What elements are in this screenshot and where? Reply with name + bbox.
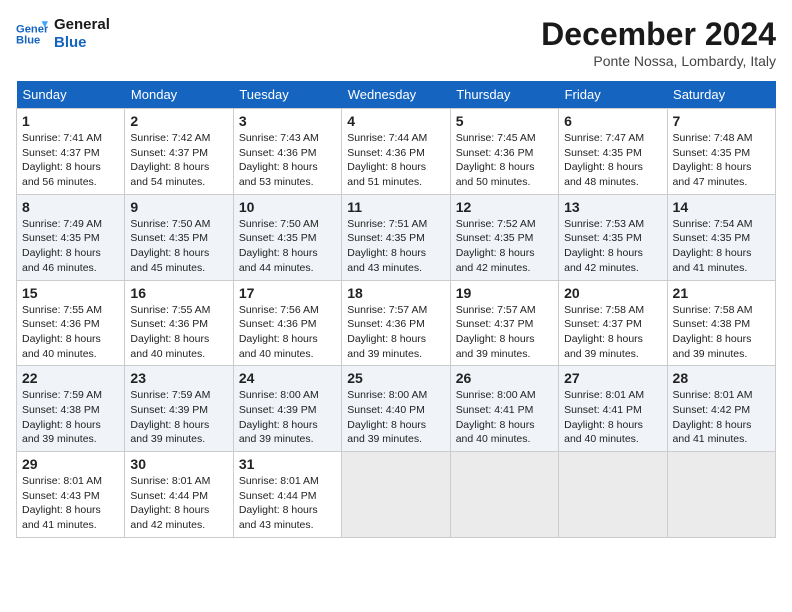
svg-text:Blue: Blue (16, 35, 40, 47)
logo-line2: Blue (54, 34, 110, 52)
day-number: 25 (347, 370, 444, 386)
day-cell-16: 16 Sunrise: 7:55 AMSunset: 4:36 PMDaylig… (125, 280, 233, 366)
day-number: 19 (456, 285, 553, 301)
week-row-1: 1 Sunrise: 7:41 AMSunset: 4:37 PMDayligh… (17, 109, 776, 195)
empty-cell (559, 452, 667, 538)
col-sunday: Sunday (17, 81, 125, 109)
day-number: 6 (564, 113, 661, 129)
day-number: 5 (456, 113, 553, 129)
empty-cell (667, 452, 775, 538)
day-number: 9 (130, 199, 227, 215)
logo: General Blue General Blue (16, 16, 110, 52)
day-number: 12 (456, 199, 553, 215)
logo-icon: General Blue (16, 18, 48, 50)
day-cell-18: 18 Sunrise: 7:57 AMSunset: 4:36 PMDaylig… (342, 280, 450, 366)
day-number: 31 (239, 456, 336, 472)
day-cell-1: 1 Sunrise: 7:41 AMSunset: 4:37 PMDayligh… (17, 109, 125, 195)
day-number: 28 (673, 370, 770, 386)
day-number: 4 (347, 113, 444, 129)
header: General Blue General Blue December 2024 … (16, 16, 776, 69)
day-cell-17: 17 Sunrise: 7:56 AMSunset: 4:36 PMDaylig… (233, 280, 341, 366)
day-cell-31: 31 Sunrise: 8:01 AMSunset: 4:44 PMDaylig… (233, 452, 341, 538)
week-row-3: 15 Sunrise: 7:55 AMSunset: 4:36 PMDaylig… (17, 280, 776, 366)
calendar-table: Sunday Monday Tuesday Wednesday Thursday… (16, 81, 776, 538)
day-cell-10: 10 Sunrise: 7:50 AMSunset: 4:35 PMDaylig… (233, 194, 341, 280)
day-cell-28: 28 Sunrise: 8:01 AMSunset: 4:42 PMDaylig… (667, 366, 775, 452)
day-cell-13: 13 Sunrise: 7:53 AMSunset: 4:35 PMDaylig… (559, 194, 667, 280)
day-cell-24: 24 Sunrise: 8:00 AMSunset: 4:39 PMDaylig… (233, 366, 341, 452)
month-title: December 2024 (541, 16, 776, 53)
empty-cell (450, 452, 558, 538)
day-number: 20 (564, 285, 661, 301)
day-cell-26: 26 Sunrise: 8:00 AMSunset: 4:41 PMDaylig… (450, 366, 558, 452)
day-cell-5: 5 Sunrise: 7:45 AMSunset: 4:36 PMDayligh… (450, 109, 558, 195)
day-number: 13 (564, 199, 661, 215)
day-cell-9: 9 Sunrise: 7:50 AMSunset: 4:35 PMDayligh… (125, 194, 233, 280)
col-friday: Friday (559, 81, 667, 109)
col-thursday: Thursday (450, 81, 558, 109)
day-number: 15 (22, 285, 119, 301)
day-cell-27: 27 Sunrise: 8:01 AMSunset: 4:41 PMDaylig… (559, 366, 667, 452)
day-number: 3 (239, 113, 336, 129)
col-tuesday: Tuesday (233, 81, 341, 109)
day-cell-7: 7 Sunrise: 7:48 AMSunset: 4:35 PMDayligh… (667, 109, 775, 195)
day-cell-20: 20 Sunrise: 7:58 AMSunset: 4:37 PMDaylig… (559, 280, 667, 366)
day-number: 23 (130, 370, 227, 386)
day-cell-23: 23 Sunrise: 7:59 AMSunset: 4:39 PMDaylig… (125, 366, 233, 452)
day-cell-29: 29 Sunrise: 8:01 AMSunset: 4:43 PMDaylig… (17, 452, 125, 538)
day-number: 29 (22, 456, 119, 472)
day-number: 17 (239, 285, 336, 301)
day-cell-14: 14 Sunrise: 7:54 AMSunset: 4:35 PMDaylig… (667, 194, 775, 280)
day-number: 16 (130, 285, 227, 301)
day-cell-21: 21 Sunrise: 7:58 AMSunset: 4:38 PMDaylig… (667, 280, 775, 366)
week-row-5: 29 Sunrise: 8:01 AMSunset: 4:43 PMDaylig… (17, 452, 776, 538)
empty-cell (342, 452, 450, 538)
svg-text:General: General (16, 23, 48, 35)
day-cell-15: 15 Sunrise: 7:55 AMSunset: 4:36 PMDaylig… (17, 280, 125, 366)
day-number: 10 (239, 199, 336, 215)
day-number: 1 (22, 113, 119, 129)
day-cell-6: 6 Sunrise: 7:47 AMSunset: 4:35 PMDayligh… (559, 109, 667, 195)
day-cell-12: 12 Sunrise: 7:52 AMSunset: 4:35 PMDaylig… (450, 194, 558, 280)
col-wednesday: Wednesday (342, 81, 450, 109)
day-cell-4: 4 Sunrise: 7:44 AMSunset: 4:36 PMDayligh… (342, 109, 450, 195)
day-cell-22: 22 Sunrise: 7:59 AMSunset: 4:38 PMDaylig… (17, 366, 125, 452)
day-number: 22 (22, 370, 119, 386)
day-number: 24 (239, 370, 336, 386)
title-area: December 2024 Ponte Nossa, Lombardy, Ita… (541, 16, 776, 69)
day-number: 18 (347, 285, 444, 301)
header-row: Sunday Monday Tuesday Wednesday Thursday… (17, 81, 776, 109)
day-cell-2: 2 Sunrise: 7:42 AMSunset: 4:37 PMDayligh… (125, 109, 233, 195)
day-number: 21 (673, 285, 770, 301)
day-number: 30 (130, 456, 227, 472)
location: Ponte Nossa, Lombardy, Italy (541, 53, 776, 69)
day-number: 27 (564, 370, 661, 386)
day-cell-3: 3 Sunrise: 7:43 AMSunset: 4:36 PMDayligh… (233, 109, 341, 195)
day-number: 7 (673, 113, 770, 129)
day-number: 11 (347, 199, 444, 215)
day-cell-11: 11 Sunrise: 7:51 AMSunset: 4:35 PMDaylig… (342, 194, 450, 280)
week-row-4: 22 Sunrise: 7:59 AMSunset: 4:38 PMDaylig… (17, 366, 776, 452)
day-number: 26 (456, 370, 553, 386)
col-monday: Monday (125, 81, 233, 109)
logo-line1: General (54, 16, 110, 34)
day-number: 14 (673, 199, 770, 215)
week-row-2: 8 Sunrise: 7:49 AMSunset: 4:35 PMDayligh… (17, 194, 776, 280)
day-number: 8 (22, 199, 119, 215)
day-cell-25: 25 Sunrise: 8:00 AMSunset: 4:40 PMDaylig… (342, 366, 450, 452)
day-cell-8: 8 Sunrise: 7:49 AMSunset: 4:35 PMDayligh… (17, 194, 125, 280)
col-saturday: Saturday (667, 81, 775, 109)
day-number: 2 (130, 113, 227, 129)
day-cell-30: 30 Sunrise: 8:01 AMSunset: 4:44 PMDaylig… (125, 452, 233, 538)
day-cell-19: 19 Sunrise: 7:57 AMSunset: 4:37 PMDaylig… (450, 280, 558, 366)
